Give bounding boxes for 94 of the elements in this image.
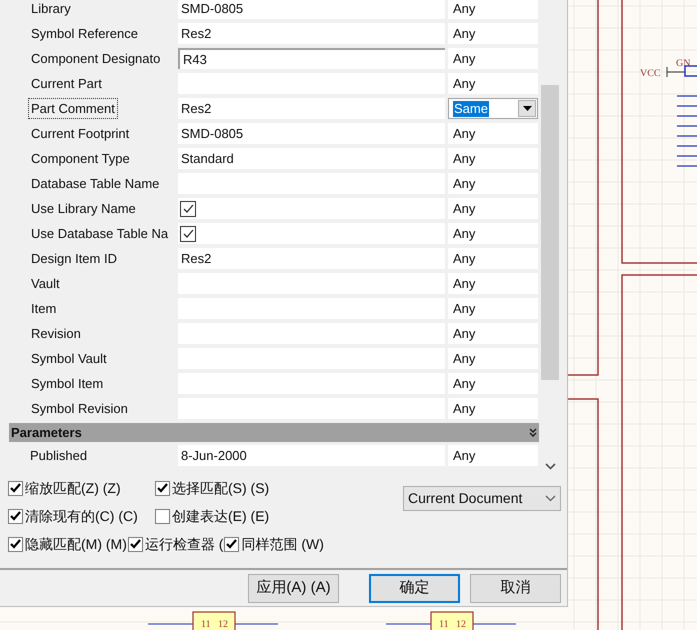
property-label: Use Library Name [30, 200, 137, 218]
pin-number: 11 [201, 619, 211, 630]
checkbox[interactable] [8, 536, 23, 552]
check-icon [10, 483, 21, 493]
match-field[interactable]: Any [448, 48, 538, 69]
match-field[interactable]: Any [448, 323, 538, 344]
match-field[interactable]: Any [448, 445, 538, 466]
check-icon [226, 539, 238, 549]
property-label: Revision [30, 325, 82, 343]
checkbox[interactable] [8, 508, 23, 524]
dialog-button[interactable]: 应用(A) (A) [248, 574, 339, 602]
checkbox[interactable] [180, 226, 196, 242]
property-label: Library [30, 0, 72, 18]
property-label: Current Part [30, 75, 103, 93]
match-field[interactable]: Any [448, 123, 538, 144]
checkbox[interactable] [8, 480, 23, 496]
match-field[interactable]: Any [448, 0, 538, 19]
dialog-button[interactable]: 取消 [470, 574, 561, 602]
option-label[interactable]: 缩放匹配(Z) (Z) [25, 478, 121, 498]
match-field[interactable]: Any [448, 73, 538, 94]
value-field[interactable]: SMD-0805 [178, 0, 445, 19]
value-field[interactable]: Res2 [178, 98, 445, 119]
property-label: Database Table Name [30, 175, 160, 193]
match-value: Same [453, 100, 489, 116]
property-label: Symbol Vault [30, 350, 108, 368]
section-title: Parameters [11, 424, 82, 442]
match-field[interactable]: Any [448, 223, 538, 244]
net-label: VCC [640, 68, 661, 79]
checkbox[interactable] [128, 536, 143, 552]
net-label: GN [676, 58, 690, 69]
property-label: Published [30, 446, 88, 465]
check-icon [157, 483, 168, 493]
property-label: Component Type [30, 150, 131, 168]
option-label[interactable]: 隐藏匹配(M) (M) [25, 534, 127, 554]
match-field[interactable]: Any [448, 148, 538, 169]
check-icon [10, 539, 21, 549]
option-label[interactable]: 选择匹配(S) (S) [172, 478, 270, 498]
value-field[interactable]: SMD-0805 [178, 123, 445, 144]
property-label: Part Comment [28, 98, 118, 119]
property-label: Symbol Reference [30, 25, 139, 43]
match-field[interactable]: Any [448, 23, 538, 44]
checkbox[interactable] [155, 508, 170, 524]
match-field[interactable]: Any [448, 273, 538, 294]
component-body [430, 611, 474, 630]
power-port-icon [666, 66, 686, 78]
caret-icon [522, 106, 532, 111]
check-icon [182, 228, 194, 238]
property-label: Current Footprint [30, 125, 130, 143]
check-icon [10, 511, 21, 521]
value-field[interactable]: Standard [178, 148, 445, 169]
property-label: Component Designato [30, 50, 162, 68]
value-field[interactable] [178, 223, 445, 244]
property-label: Symbol Item [30, 375, 104, 393]
property-label: Vault [30, 275, 61, 293]
pin-lines-drawing [677, 95, 697, 167]
match-field[interactable]: Any [448, 248, 538, 269]
value-field[interactable] [178, 198, 445, 219]
match-field[interactable]: Any [448, 173, 538, 194]
property-label: Use Database Table Na [30, 225, 170, 243]
option-label[interactable]: 同样范围 (W) [241, 534, 324, 554]
match-field[interactable]: Any [448, 298, 538, 319]
value-field[interactable]: 8-Jun-2000 [178, 445, 445, 466]
match-field[interactable]: Any [448, 198, 538, 219]
dropdown-button[interactable] [518, 100, 536, 117]
pin-number: 12 [218, 619, 228, 630]
option-label[interactable]: 创建表达(E) (E) [172, 506, 270, 526]
match-dropdown[interactable]: Same [448, 98, 538, 119]
checkbox[interactable] [224, 536, 240, 552]
property-label: Symbol Revision [30, 400, 129, 418]
match-field[interactable]: Any [448, 398, 538, 419]
section-header[interactable]: Parameters [9, 423, 539, 442]
value-field[interactable]: Res2 [178, 23, 445, 44]
scope-value: Current Document [408, 489, 522, 508]
dialog-button[interactable]: 确定 [369, 574, 460, 602]
value-field[interactable]: R43 [178, 48, 445, 69]
scope-dropdown[interactable]: Current Document [403, 486, 561, 511]
scroll-down-icon[interactable] [544, 463, 556, 470]
pin-number: 12 [456, 619, 466, 630]
checkbox[interactable] [180, 200, 196, 216]
chevron-down-icon [545, 495, 556, 502]
option-label[interactable]: 运行检查器 ( [144, 534, 224, 554]
property-label: Item [30, 300, 58, 318]
match-field[interactable]: Any [448, 373, 538, 394]
pin-number: 11 [439, 619, 449, 630]
component-body [192, 611, 236, 630]
checkbox[interactable] [155, 480, 170, 496]
check-icon [130, 539, 141, 549]
option-label[interactable]: 清除现有的(C) (C) [25, 506, 138, 526]
value-field[interactable]: Res2 [178, 248, 445, 269]
scrollbar-thumb[interactable] [541, 85, 559, 380]
resistor-drawing [684, 65, 697, 77]
match-field[interactable]: Any [448, 348, 538, 369]
check-icon [182, 204, 194, 214]
property-label: Design Item ID [30, 250, 118, 268]
